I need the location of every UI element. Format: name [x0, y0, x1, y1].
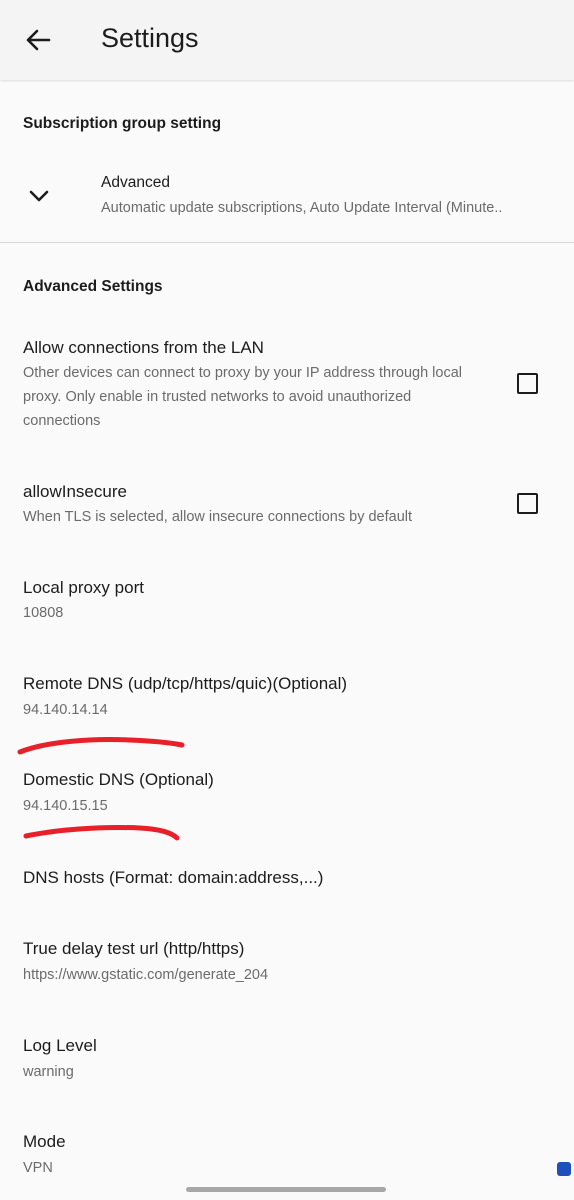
pref-allow-lan-title: Allow connections from the LAN [23, 338, 264, 357]
pref-mode[interactable]: Mode VPN [0, 1119, 574, 1189]
pref-delay-test-url[interactable]: True delay test url (http/https) https:/… [0, 927, 574, 997]
pref-domestic-dns-value: 94.140.15.15 [23, 798, 108, 814]
page-title: Settings [101, 23, 199, 53]
pref-mode-title: Mode [23, 1132, 66, 1151]
pref-allow-insecure-title: allowInsecure [23, 482, 127, 501]
pref-mode-value: VPN [23, 1160, 53, 1176]
arrow-left-icon [26, 29, 51, 51]
pref-remote-dns[interactable]: Remote DNS (udp/tcp/https/quic)(Optional… [0, 662, 574, 732]
pref-log-level-value: warning [23, 1064, 74, 1080]
pref-local-proxy-port-title: Local proxy port [23, 578, 144, 597]
advanced-summary: Automatic update subscriptions, Auto Upd… [101, 200, 503, 216]
red-underline-remote-dns [17, 737, 185, 755]
pref-local-proxy-port-value: 10808 [23, 605, 64, 621]
floating-badge-icon[interactable] [557, 1162, 571, 1176]
app-bar: Settings [0, 0, 574, 80]
pref-allow-insecure[interactable]: allowInsecure When TLS is selected, allo… [0, 470, 574, 540]
back-button[interactable] [14, 20, 62, 60]
pref-dns-hosts[interactable]: DNS hosts (Format: domain:address,...) [0, 855, 574, 905]
pref-delay-test-url-value: https://www.gstatic.com/generate_204 [23, 967, 269, 983]
advanced-expand-row[interactable]: Advanced Automatic update subscriptions,… [0, 160, 574, 232]
pref-log-level[interactable]: Log Level warning [0, 1023, 574, 1093]
section-header-subscription: Subscription group setting [23, 115, 222, 132]
pref-remote-dns-title: Remote DNS (udp/tcp/https/quic)(Optional… [23, 674, 348, 693]
red-underline-domestic-dns [23, 824, 180, 841]
pref-allow-insecure-summary: When TLS is selected, allow insecure con… [23, 509, 413, 525]
chevron-down-icon [29, 190, 49, 202]
pref-log-level-title: Log Level [23, 1036, 97, 1055]
pref-allow-lan-summary: Other devices can connect to proxy by yo… [23, 365, 463, 429]
pref-delay-test-url-title: True delay test url (http/https) [23, 939, 245, 958]
pref-remote-dns-value: 94.140.14.14 [23, 702, 108, 718]
pref-domestic-dns[interactable]: Domestic DNS (Optional) 94.140.15.15 [0, 758, 574, 828]
section-divider [0, 242, 574, 243]
pref-allow-lan[interactable]: Allow connections from the LAN Other dev… [0, 325, 574, 445]
pref-domestic-dns-title: Domestic DNS (Optional) [23, 770, 214, 789]
advanced-title: Advanced [101, 174, 170, 191]
allow-insecure-checkbox[interactable] [517, 493, 538, 514]
pref-dns-hosts-title: DNS hosts (Format: domain:address,...) [23, 868, 324, 887]
section-header-advanced: Advanced Settings [23, 278, 163, 295]
allow-lan-checkbox[interactable] [517, 373, 538, 394]
pref-local-proxy-port[interactable]: Local proxy port 10808 [0, 565, 574, 635]
home-indicator[interactable] [186, 1187, 386, 1192]
